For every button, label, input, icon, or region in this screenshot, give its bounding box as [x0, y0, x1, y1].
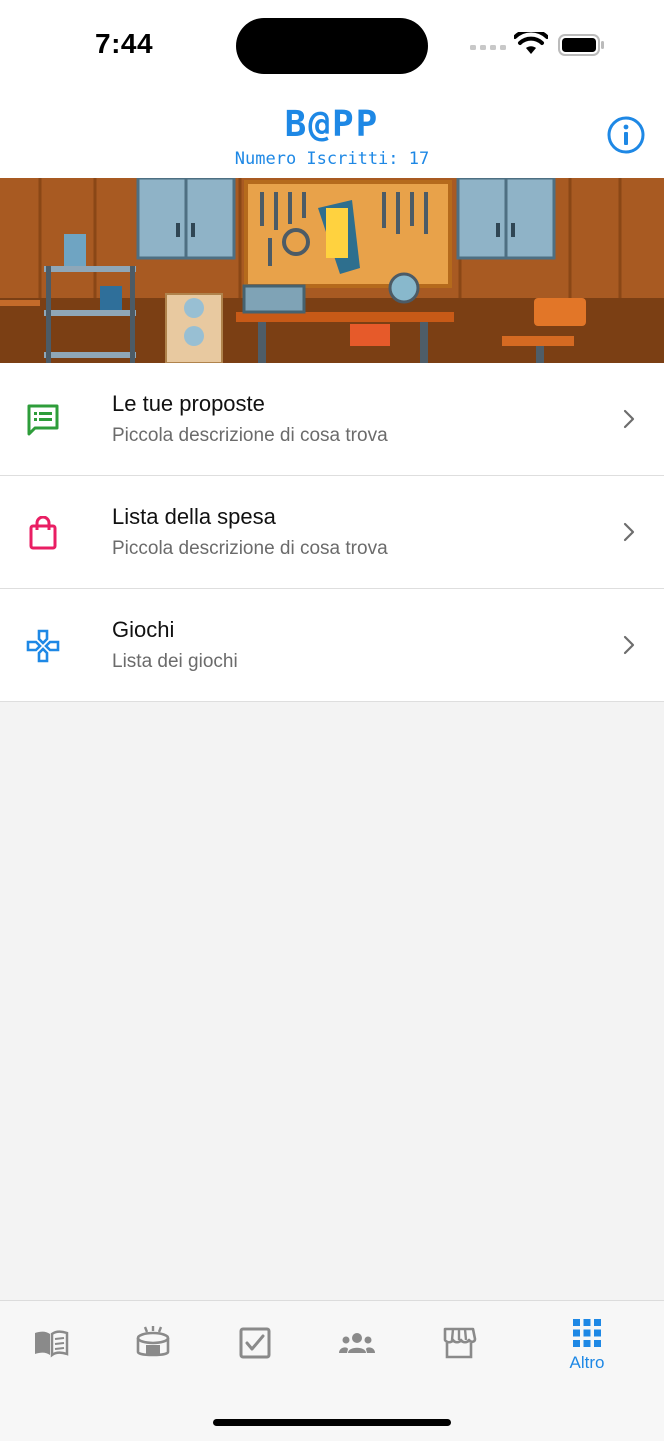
menu-item-games[interactable]: Giochi Lista dei giochi — [0, 589, 664, 702]
book-icon — [35, 1330, 69, 1358]
tab-more-label: Altro — [569, 1353, 605, 1372]
dynamic-island — [236, 18, 428, 74]
store-icon — [443, 1327, 477, 1359]
signal-icon — [470, 45, 506, 50]
proposals-chat-icon — [27, 404, 59, 436]
tab-store[interactable] — [409, 1301, 509, 1381]
app-header: B@PP Numero Iscritti: 17 — [0, 92, 664, 178]
tab-tasks[interactable] — [205, 1301, 305, 1381]
gamepad-icon — [26, 629, 60, 663]
subscribers-count: Numero Iscritti: 17 — [234, 149, 430, 169]
grid-icon — [573, 1319, 601, 1347]
status-time: 7:44 — [95, 28, 154, 59]
checkbox-icon — [239, 1327, 271, 1359]
info-icon[interactable] — [606, 115, 646, 155]
workshop-banner-image — [0, 178, 664, 363]
tab-group[interactable] — [307, 1301, 407, 1381]
menu-item-description: Lista dei giochi — [112, 651, 238, 672]
tab-stadium[interactable] — [103, 1301, 203, 1381]
chevron-right-icon — [623, 409, 635, 429]
menu-list: Le tue proposte Piccola descrizione di c… — [0, 363, 664, 702]
menu-item-shopping-list[interactable]: Lista della spesa Piccola descrizione di… — [0, 476, 664, 589]
menu-item-title: Lista della spesa — [112, 504, 276, 529]
menu-item-title: Giochi — [112, 617, 175, 642]
tab-more[interactable]: Altro — [537, 1301, 637, 1381]
menu-item-proposals[interactable]: Le tue proposte Piccola descrizione di c… — [0, 363, 664, 476]
chevron-right-icon — [623, 635, 635, 655]
battery-icon — [558, 34, 604, 56]
chevron-right-icon — [623, 522, 635, 542]
stadium-icon — [136, 1326, 170, 1357]
home-indicator — [213, 1419, 451, 1426]
menu-item-title: Le tue proposte — [112, 391, 265, 416]
status-bar: 7:44 — [0, 0, 664, 92]
app-logo: B@PP — [284, 104, 380, 145]
menu-item-description: Piccola descrizione di cosa trova — [112, 425, 388, 446]
tab-book[interactable] — [1, 1301, 101, 1381]
group-icon — [339, 1333, 375, 1353]
menu-item-description: Piccola descrizione di cosa trova — [112, 538, 388, 559]
shopping-bag-icon — [29, 516, 57, 550]
wifi-icon — [514, 32, 548, 54]
